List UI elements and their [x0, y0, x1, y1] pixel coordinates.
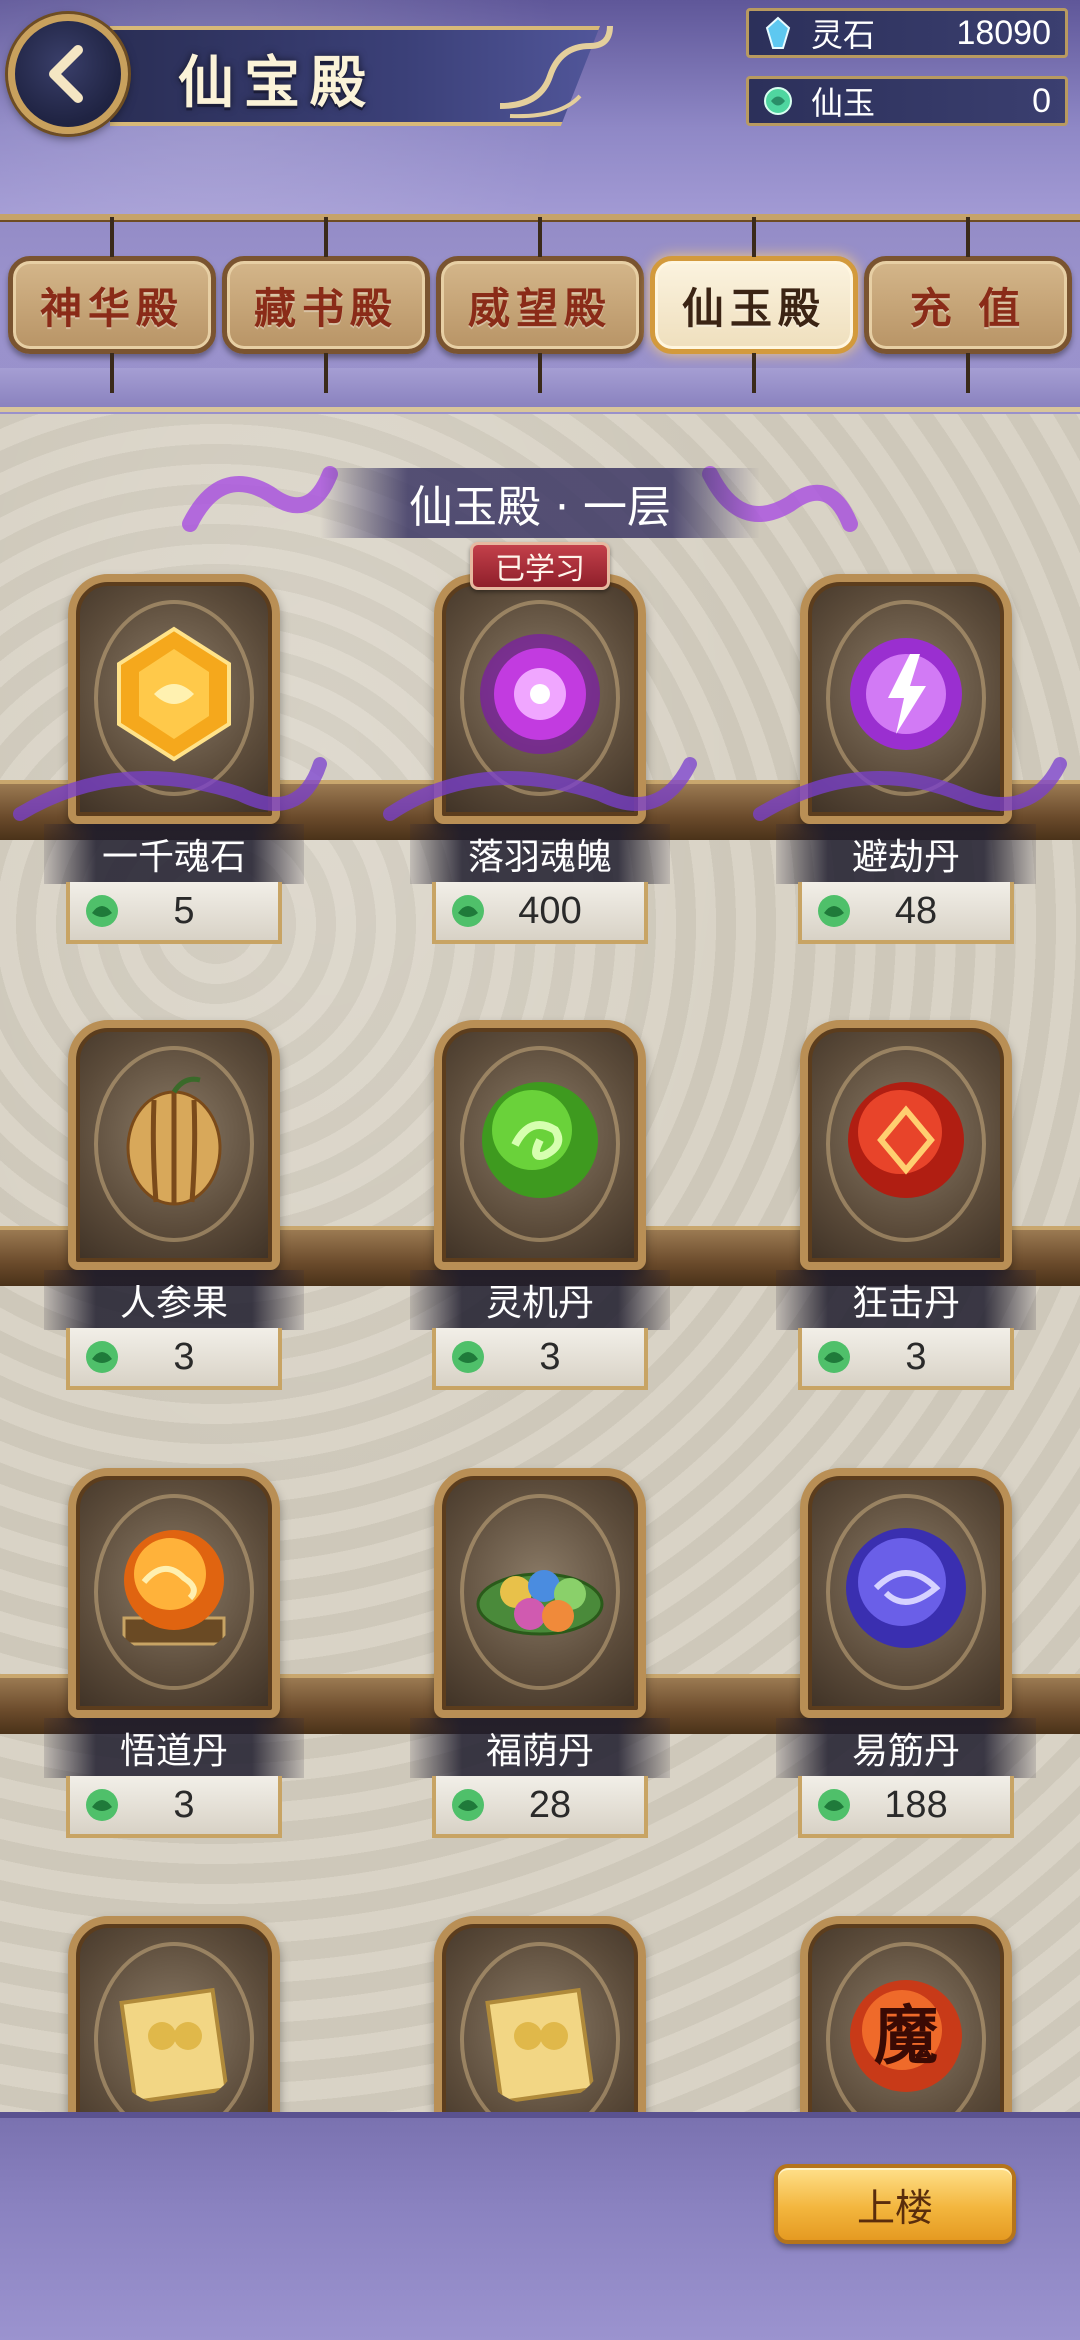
blue-orb-icon — [846, 1528, 966, 1648]
item-name: 人参果 — [44, 1270, 304, 1330]
item-name: 灵机丹 — [410, 1270, 670, 1330]
jade-icon — [452, 895, 484, 927]
item-name: 悟道丹 — [44, 1718, 304, 1778]
shop-item-scroll[interactable] — [410, 1906, 670, 2114]
item-price: 400 — [518, 889, 582, 932]
header-bar: 仙宝殿 灵石 18090 仙玉 0 — [0, 0, 1080, 215]
jade-icon — [86, 1341, 118, 1373]
item-price: 48 — [894, 889, 938, 932]
item-name: 一千魂石 — [44, 824, 304, 884]
shop-item-feather-soul[interactable]: 已学习 落羽魂魄 400 — [410, 542, 670, 944]
jade-icon — [452, 1789, 484, 1821]
shop-item-scroll[interactable] — [44, 1906, 304, 2114]
item-name: 避劫丹 — [776, 824, 1036, 884]
item-price-tag: 3 — [798, 1328, 1014, 1390]
tab-label: 威望殿 — [467, 283, 612, 333]
jade-icon — [764, 87, 792, 115]
shop-item-enlightenment-pill[interactable]: 悟道丹 3 — [44, 1458, 304, 1838]
item-price: 3 — [539, 1335, 561, 1378]
item-price-tag: 3 — [432, 1328, 648, 1390]
shop-item-tribulation-pill[interactable]: 避劫丹 48 — [776, 564, 1036, 944]
shop-item-tendon-pill[interactable]: 易筋丹 188 — [776, 1458, 1036, 1838]
jade-icon — [452, 1341, 484, 1373]
jade-icon — [818, 1789, 850, 1821]
purple-smoke-decoration — [182, 466, 338, 532]
scroll-icon — [485, 1987, 595, 2105]
shop-item-ginseng-fruit[interactable]: 人参果 3 — [44, 1010, 304, 1390]
tab-label: 充 值 — [909, 283, 1027, 333]
learned-badge: 已学习 — [470, 542, 610, 590]
blue-crystal-icon — [765, 16, 791, 49]
demon-glyph-text: 魔 — [874, 1999, 938, 2074]
item-name: 易筋丹 — [776, 1718, 1036, 1778]
jade-icon — [818, 895, 850, 927]
jade-icon — [86, 1789, 118, 1821]
ginseng-fruit-icon — [126, 1076, 222, 1206]
item-price: 188 — [884, 1783, 948, 1826]
shop-item-demon-orb[interactable]: 魔 — [776, 1906, 1036, 2114]
fire-orb-icon — [122, 1530, 226, 1646]
item-price-tag: 3 — [66, 1776, 282, 1838]
shop-item-frenzy-pill[interactable]: 狂击丹 3 — [776, 1010, 1036, 1390]
jade-icon — [818, 1341, 850, 1373]
cloud-swirl-decoration — [499, 25, 613, 119]
item-price: 28 — [528, 1783, 572, 1826]
back-arrow-icon — [49, 45, 83, 103]
pill-leaf-icon — [476, 1570, 604, 1636]
currency-value: 18090 — [956, 13, 1051, 52]
shop-item-blessing-pill[interactable]: 福荫丹 28 — [410, 1458, 670, 1838]
green-orb-icon — [482, 1082, 598, 1198]
item-price-tag: 5 — [66, 882, 282, 944]
item-name: 落羽魂魄 — [410, 824, 670, 884]
page-title: 仙宝殿 — [178, 50, 376, 116]
item-price: 5 — [173, 889, 195, 932]
item-price: 3 — [905, 1335, 927, 1378]
item-price-tag: 48 — [798, 882, 1014, 944]
hall-tabs: 神华殿 藏书殿 威望殿 仙玉殿 充 值 — [8, 256, 1072, 356]
immortal-jade-counter: 仙玉 0 — [746, 76, 1068, 126]
shop-panel: 仙玉殿 · 一层 一千魂石 5 已学习 落羽魂魄 400 避劫丹 48 人参果 … — [0, 414, 1080, 2114]
tab-recharge[interactable]: 充 值 — [864, 256, 1072, 354]
lightning-orb-icon — [850, 638, 962, 750]
tab-library-hall[interactable]: 藏书殿 — [222, 256, 430, 354]
spirit-stone-counter: 灵石 18090 — [746, 8, 1068, 58]
item-name: 狂击丹 — [776, 1270, 1036, 1330]
item-price-tag: 28 — [432, 1776, 648, 1838]
amber-gem-icon — [117, 626, 231, 762]
tab-label: 仙玉殿 — [681, 283, 826, 333]
demon-orb-icon: 魔 — [850, 1980, 962, 2092]
tab-shenhua-hall[interactable]: 神华殿 — [8, 256, 216, 354]
tab-label: 神华殿 — [39, 283, 184, 333]
red-orb-icon — [848, 1082, 964, 1198]
item-price-tag: 3 — [66, 1328, 282, 1390]
tab-prestige-hall[interactable]: 威望殿 — [436, 256, 644, 354]
item-name: 福荫丹 — [410, 1718, 670, 1778]
currency-value: 0 — [1032, 81, 1051, 120]
item-price-tag: 400 — [432, 882, 648, 944]
tab-jade-hall[interactable]: 仙玉殿 — [650, 256, 858, 354]
jade-icon — [86, 895, 118, 927]
item-price: 3 — [173, 1783, 195, 1826]
item-price: 3 — [173, 1335, 195, 1378]
shop-item-soulstone[interactable]: 一千魂石 5 — [44, 564, 304, 944]
shop-item-lingji-pill[interactable]: 灵机丹 3 — [410, 1010, 670, 1390]
purple-soul-orb-icon — [480, 634, 600, 754]
upstairs-button[interactable]: 上楼 — [774, 2164, 1016, 2244]
currency-label: 仙玉 — [811, 84, 876, 122]
floor-title: 仙玉殿 · 一层 — [320, 468, 760, 538]
currency-label: 灵石 — [811, 16, 876, 54]
tab-label: 藏书殿 — [253, 283, 398, 333]
back-button[interactable] — [8, 14, 128, 134]
item-price-tag: 188 — [798, 1776, 1014, 1838]
scroll-icon — [119, 1987, 229, 2105]
